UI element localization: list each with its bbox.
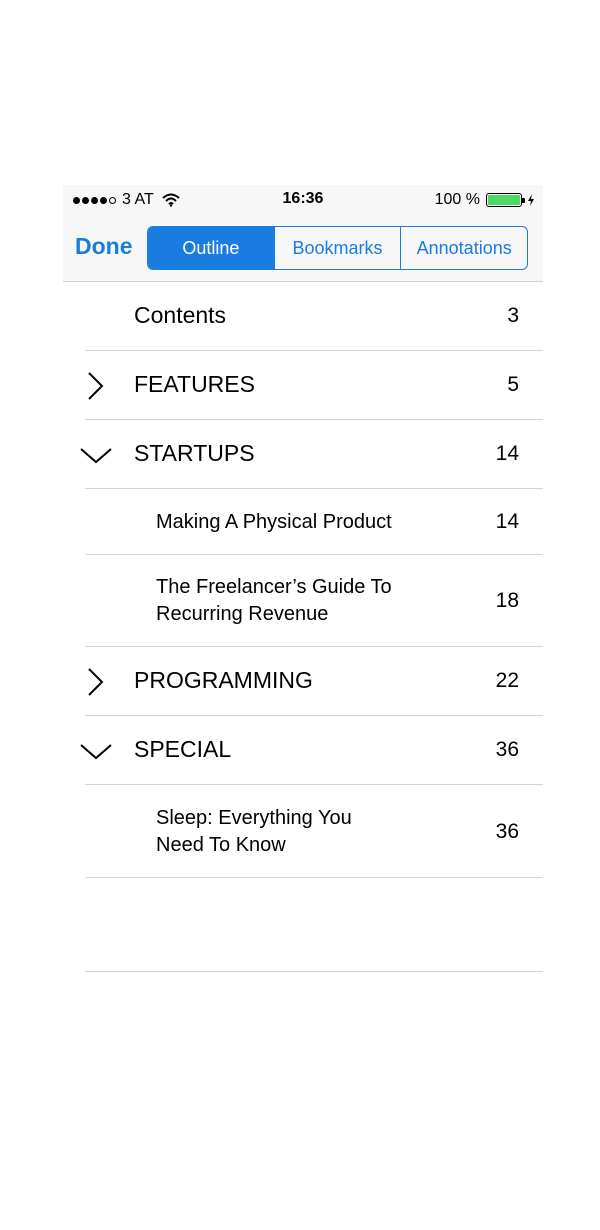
outline-item-page: 14 <box>495 510 519 533</box>
outline-row-freelancers-guide[interactable]: The Freelancer’s Guide To Recurring Reve… <box>63 555 543 647</box>
outline-item-title: STARTUPS <box>134 440 255 466</box>
outline-item-title: SPECIAL <box>134 736 232 762</box>
view-segmented-control: Outline Bookmarks Annotations <box>147 226 528 270</box>
outline-row-programming[interactable]: PROGRAMMING 22 <box>63 647 543 716</box>
outline-item-title: FEATURES <box>134 371 255 397</box>
status-bar: 3 AT 16:36 100 % <box>63 185 543 215</box>
tab-annotations[interactable]: Annotations <box>400 227 527 269</box>
reader-outline-screen: 3 AT 16:36 100 % Done Outline Bookmarks <box>63 185 543 1040</box>
outline-item-title-line2: Need To Know <box>156 834 286 856</box>
outline-item-title: Contents <box>134 302 227 328</box>
battery-level <box>488 195 520 205</box>
navigation-bar: Done Outline Bookmarks Annotations <box>63 215 543 282</box>
outline-item-page: 18 <box>495 589 519 612</box>
chevron-down-icon[interactable] <box>79 440 113 470</box>
battery-icon <box>486 193 525 207</box>
outline-row-sleep[interactable]: Sleep: Everything You Need To Know 36 <box>63 785 543 878</box>
outline-item-title: Making A Physical Product <box>156 511 392 533</box>
outline-item-title: PROGRAMMING <box>134 667 313 693</box>
outline-item-page: 36 <box>495 738 519 761</box>
tab-outline[interactable]: Outline <box>148 227 274 269</box>
status-right: 100 % <box>435 190 535 210</box>
outline-row-contents[interactable]: Contents 3 <box>63 282 543 351</box>
battery-percentage: 100 % <box>434 191 480 208</box>
outline-row-features[interactable]: FEATURES 5 <box>63 351 543 420</box>
outline-item-title-line1: The Freelancer’s Guide To <box>156 576 392 598</box>
outline-row-startups[interactable]: STARTUPS 14 <box>63 420 543 489</box>
chevron-right-icon[interactable] <box>81 667 109 697</box>
chevron-right-icon[interactable] <box>81 371 109 401</box>
tab-bookmarks[interactable]: Bookmarks <box>273 227 401 269</box>
outline-item-page: 14 <box>495 442 519 465</box>
done-button[interactable]: Done <box>75 233 133 260</box>
outline-list: Contents 3 FEATURES 5 STARTUPS 14 Making… <box>63 282 543 878</box>
outline-item-page: 22 <box>495 669 519 692</box>
charging-icon <box>528 194 534 206</box>
outline-item-page: 36 <box>495 820 519 843</box>
outline-row-making-a-physical-product[interactable]: Making A Physical Product 14 <box>63 489 543 555</box>
outline-item-title-line1: Sleep: Everything You <box>156 807 352 829</box>
outline-item-page: 5 <box>507 373 519 396</box>
outline-item-page: 3 <box>507 304 519 327</box>
chevron-down-icon[interactable] <box>79 736 113 766</box>
outline-item-title-line2: Recurring Revenue <box>156 603 329 625</box>
outline-row-special[interactable]: SPECIAL 36 <box>63 716 543 785</box>
list-divider <box>85 971 543 972</box>
